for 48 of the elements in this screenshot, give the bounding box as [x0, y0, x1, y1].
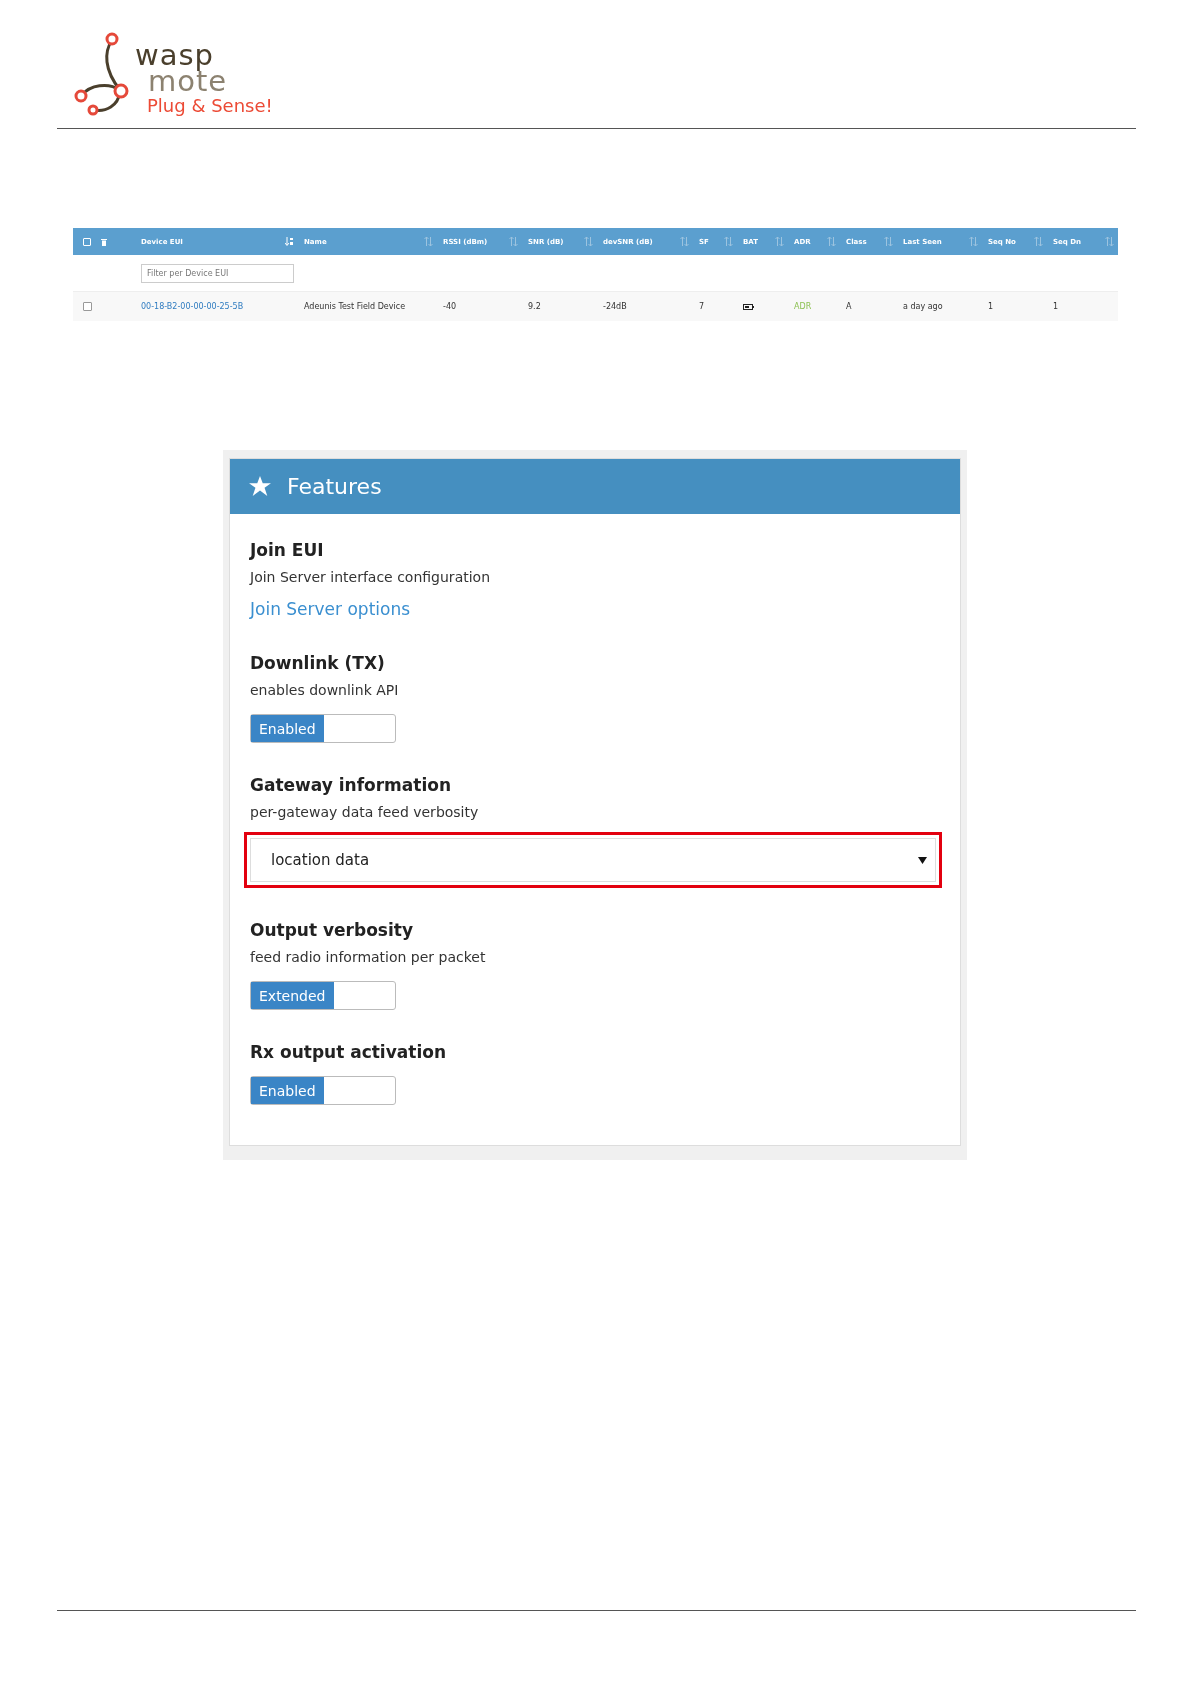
section-heading: Rx output activation [250, 1041, 446, 1064]
sort-icon[interactable] [884, 237, 893, 246]
star-icon [249, 476, 271, 497]
table-cell: -24dB [603, 302, 627, 311]
section-description: per-gateway data feed verbosity [250, 803, 479, 822]
filter-field[interactable]: Filter per Device EUI [141, 263, 294, 283]
sort-icon[interactable] [1105, 237, 1114, 246]
table-cell: 7 [699, 302, 705, 311]
sort-icon[interactable] [584, 237, 593, 246]
toggle-label: Enabled [251, 715, 324, 742]
table-cell: 9.2 [528, 302, 541, 311]
device-link[interactable]: 00-18-B2-00-00-00-25-5B [141, 302, 244, 311]
link[interactable]: Join Server options [250, 597, 411, 621]
trash-icon[interactable] [101, 237, 107, 246]
sort-icon[interactable] [827, 237, 836, 246]
sort-icon[interactable] [775, 237, 784, 246]
battery-icon [743, 303, 754, 310]
table-cell: A [846, 302, 852, 311]
logo-tagline: Plug & Sense! [147, 94, 273, 118]
table-cell: 1 [988, 302, 994, 311]
caret-icon[interactable] [918, 856, 927, 864]
sort-icon[interactable] [680, 237, 689, 246]
table-cell: a day ago [903, 302, 943, 311]
dropdown[interactable]: location data [250, 838, 936, 882]
table-cell: -40 [443, 302, 457, 311]
adr-label: ADR [794, 302, 812, 311]
toggle-switch[interactable]: Enabled [250, 1076, 396, 1105]
panel-title: Features [287, 474, 382, 499]
section-heading: Join EUI [250, 539, 324, 562]
section-description: Join Server interface configuration [250, 568, 491, 587]
toggle-switch[interactable]: Enabled [250, 714, 396, 743]
section-description: feed radio information per packet [250, 948, 486, 967]
section-heading: Downlink (TX) [250, 652, 385, 675]
sort-icon[interactable] [1034, 237, 1043, 246]
checkbox[interactable] [83, 302, 92, 311]
sort-ascending-icon[interactable] [285, 237, 294, 246]
section-heading: Gateway information [250, 774, 452, 797]
table-cell: Adeunis Test Field Device [304, 302, 406, 311]
section-heading: Output verbosity [250, 919, 413, 942]
sort-icon[interactable] [969, 237, 978, 246]
toggle-label: Extended [251, 982, 334, 1009]
sort-icon[interactable] [724, 237, 733, 246]
table-cell: 1 [1053, 302, 1059, 311]
sort-icon[interactable] [424, 237, 433, 246]
toggle-switch[interactable]: Extended [250, 981, 396, 1010]
toggle-label: Enabled [251, 1077, 324, 1104]
sort-icon[interactable] [509, 237, 518, 246]
section-description: enables downlink API [250, 681, 399, 700]
